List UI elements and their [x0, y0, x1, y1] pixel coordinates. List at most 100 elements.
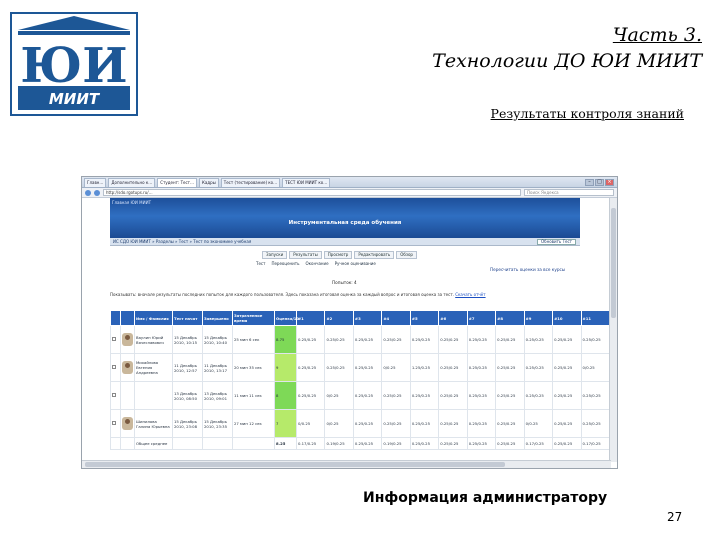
cell-mark[interactable]: 0.25/0.25 [295, 381, 326, 410]
cell-mark[interactable]: 0.25/0.25 [523, 353, 554, 382]
cell-mark[interactable]: 0.25/0.25 [381, 325, 411, 354]
subtab-test[interactable]: Тест [256, 261, 265, 266]
cell-mark[interactable]: 0.25/0.25 [295, 353, 326, 382]
column-header[interactable]: #2 [324, 310, 354, 326]
cell-mark[interactable]: 0.25/0.25 [495, 381, 525, 410]
subtab-manual[interactable]: Ручное оценивание [335, 261, 376, 266]
cell-mark[interactable]: 0.25/0.25 [381, 381, 411, 410]
update-test-button[interactable]: Обновить Тест [536, 239, 576, 245]
cell-mark[interactable]: 0.25/0.25 [523, 381, 554, 410]
scroll-thumb[interactable] [85, 462, 505, 467]
column-header[interactable]: #3 [352, 310, 383, 326]
cell-mark[interactable]: 0.25/0.25 [495, 353, 525, 382]
cell-mark[interactable]: 0.25/0.25 [466, 325, 497, 354]
tab-overview[interactable]: Обзор [396, 251, 417, 259]
column-header[interactable]: #6 [438, 310, 468, 326]
cell-mark[interactable]: 0.25/0.25 [295, 325, 326, 354]
browser-tab[interactable]: Кадры [199, 177, 219, 187]
tab-edit[interactable]: Редактировать [354, 251, 395, 259]
column-header[interactable]: Тест начат [172, 310, 203, 326]
row-checkbox[interactable] [112, 421, 116, 425]
subtab-finish[interactable]: Окончание [305, 261, 328, 266]
row-checkbox[interactable] [112, 337, 116, 341]
cell-mark[interactable]: 0.25/0.25 [523, 325, 554, 354]
column-header[interactable]: Завершено [202, 310, 233, 326]
maximize-icon[interactable]: □ [595, 178, 604, 186]
cell-mark[interactable]: 0.25/0.25 [324, 353, 354, 382]
cell-mark[interactable]: 0.25/0.25 [552, 325, 582, 354]
cell-mark[interactable]: 0.25/0.25 [552, 409, 582, 438]
cell-mark[interactable]: 0/0.25 [580, 353, 611, 382]
banner-home-link[interactable]: Главная ЮИ МИИТ [112, 200, 151, 205]
tab-results[interactable]: Результаты [289, 251, 322, 259]
column-header[interactable]: #8 [495, 310, 525, 326]
browser-tab-active[interactable]: Студент: Тест… [157, 177, 198, 187]
tab-launches[interactable]: Запуски [262, 251, 288, 259]
cell-mark[interactable]: 0/0.25 [324, 409, 354, 438]
cell-mark[interactable]: 0.25/0.25 [409, 381, 440, 410]
row-checkbox[interactable] [112, 393, 116, 397]
cell-mark[interactable]: 0.25/0.25 [352, 325, 383, 354]
column-header[interactable]: #11 [580, 310, 611, 326]
cell-name[interactable]: Ваулин Юрий Вячеславович [134, 325, 173, 354]
column-header[interactable]: #7 [466, 310, 497, 326]
column-header[interactable]: #5 [409, 310, 440, 326]
cell-mark[interactable]: 0.25/0.25 [466, 381, 497, 410]
horizontal-scrollbar[interactable] [82, 460, 611, 468]
cell-mark[interactable]: 0.25/0.25 [438, 381, 468, 410]
cell-mark[interactable]: 0/0.25 [324, 381, 354, 410]
cell-mark[interactable]: 0.25/0.25 [580, 325, 611, 354]
subtab-regrade[interactable]: Переоценить [271, 261, 299, 266]
cell-mark[interactable]: 0/0.25 [381, 353, 411, 382]
regrade-all-link[interactable]: Пересчитать оценки за все курсы [490, 267, 565, 272]
cell-mark[interactable]: 0.25/0.25 [409, 409, 440, 438]
cell-mark[interactable]: 0.25/0.25 [438, 409, 468, 438]
cell-name[interactable]: Шипилова Галина Юрьевна [134, 409, 173, 438]
cell-mark[interactable]: 0.25/0.25 [466, 353, 497, 382]
column-header[interactable]: #4 [381, 310, 411, 326]
cell-mark[interactable]: 0.25/0.25 [495, 325, 525, 354]
browser-tab[interactable]: ТЕСТ ЮИ МИИТ ко… [282, 177, 331, 187]
download-report-link[interactable]: Скачать отчёт [455, 292, 485, 297]
forward-icon[interactable] [94, 189, 100, 196]
column-header[interactable]: #1 [295, 310, 326, 326]
back-icon[interactable] [85, 189, 91, 196]
column-header[interactable]: Затраченное время [232, 310, 275, 326]
cell-finished: 15 Декабрь 2010, 23:35 [202, 409, 233, 438]
browser-tab[interactable]: Главн… [84, 177, 107, 187]
cell-mark[interactable]: 0.25/0.25 [352, 353, 383, 382]
column-header[interactable]: Оценка/10 [274, 310, 299, 326]
cell-mark[interactable]: 0/0.25 [523, 409, 554, 438]
cell-mark[interactable]: 0.25/0.25 [352, 381, 383, 410]
browser-tab[interactable]: Тест (тестирование) ко… [220, 177, 281, 187]
cell-mark[interactable]: 0.25/0.25 [381, 409, 411, 438]
column-header[interactable]: #9 [523, 310, 554, 326]
cell-mark[interactable]: 0.25/0.25 [466, 409, 497, 438]
cell-mark[interactable]: 0.25/0.25 [552, 353, 582, 382]
minimize-icon[interactable]: – [585, 178, 594, 186]
column-header[interactable]: Имя / Фамилия [134, 310, 173, 326]
tab-preview[interactable]: Просмотр [323, 251, 353, 259]
cell-mark[interactable]: 0.25/0.25 [580, 409, 611, 438]
search-input[interactable]: Поиск Яндекса [524, 189, 614, 196]
cell-mark[interactable]: 0.25/0.25 [324, 325, 354, 354]
cell-mark[interactable]: 0.25/0.25 [409, 325, 440, 354]
cell-mark[interactable]: 0/0.25 [295, 409, 326, 438]
cell-name[interactable]: Михайлова Евгения Андреевна [134, 353, 173, 382]
vertical-scrollbar[interactable] [609, 198, 617, 462]
row-checkbox[interactable] [112, 365, 116, 369]
cell-mark[interactable]: 0.25/0.25 [552, 381, 582, 410]
scroll-thumb[interactable] [611, 208, 616, 318]
cell-mark[interactable]: 0.25/0.25 [580, 381, 611, 410]
browser-tab[interactable]: Дополнительно к… [108, 177, 156, 187]
column-header[interactable]: #10 [552, 310, 582, 326]
cell-mark[interactable]: 0.25/0.25 [495, 409, 525, 438]
cell-mark[interactable]: 0.25/0.25 [352, 409, 383, 438]
cell-mark[interactable]: 0.25/0.25 [438, 353, 468, 382]
url-input[interactable]: http://sdo.rgotups.ru/… [103, 189, 521, 196]
cell-mark[interactable]: 1.25/0.25 [409, 353, 440, 382]
breadcrumb-text[interactable]: ИС СДО ЮИ МИИТ » Разделы » Тест » Тест п… [113, 239, 251, 244]
cell-name[interactable] [134, 381, 173, 410]
cell-mark[interactable]: 0.25/0.25 [438, 325, 468, 354]
close-icon[interactable]: × [605, 178, 614, 186]
